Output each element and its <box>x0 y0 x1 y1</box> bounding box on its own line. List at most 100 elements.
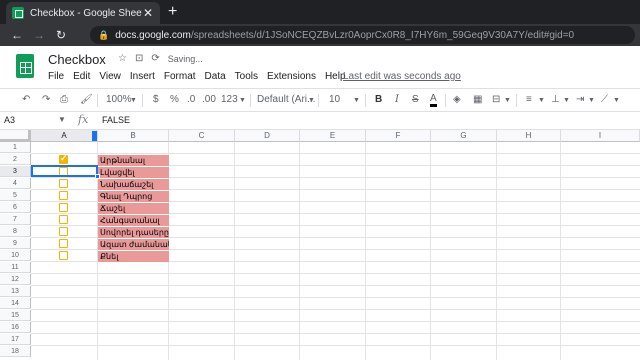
task-cell[interactable]: Ազատ ժամանակ <box>98 239 169 250</box>
checkbox-checked[interactable] <box>59 153 68 164</box>
row-header[interactable]: 2 <box>0 154 31 165</box>
row-header[interactable]: 16 <box>0 322 31 333</box>
more-formats-button[interactable]: 123 <box>221 94 238 105</box>
menu-view[interactable]: View <box>99 71 121 82</box>
row-header[interactable]: 3 <box>0 166 31 177</box>
increase-decimal-button[interactable]: .00 <box>202 94 216 105</box>
close-tab-icon[interactable]: ✕ <box>142 6 154 20</box>
text-color-button[interactable]: A <box>430 94 437 107</box>
new-tab-button[interactable]: + <box>168 3 177 21</box>
fill-color-icon[interactable]: ◈ <box>453 94 461 105</box>
column-header[interactable]: B <box>98 130 169 142</box>
row-header[interactable]: 7 <box>0 214 31 225</box>
chevron-down-icon[interactable]: ▼ <box>308 97 315 104</box>
name-box[interactable]: A3 <box>4 115 66 125</box>
star-icon[interactable]: ☆ <box>118 53 127 64</box>
zoom-select[interactable]: 100% <box>106 94 132 105</box>
url-field[interactable]: 🔒 docs.google.com /spreadsheets/d/1JSoNC… <box>90 26 635 44</box>
borders-icon[interactable]: ▦ <box>473 94 482 105</box>
paint-format-icon[interactable]: 🖌 <box>80 94 93 105</box>
column-header[interactable]: I <box>561 130 640 142</box>
row-header[interactable]: 5 <box>0 190 31 201</box>
active-cell-selection[interactable] <box>31 165 98 177</box>
row-header[interactable]: 9 <box>0 238 31 249</box>
forward-icon[interactable]: → <box>28 28 50 42</box>
chevron-down-icon[interactable]: ▼ <box>538 97 545 104</box>
row-header[interactable]: 14 <box>0 298 31 309</box>
chevron-down-icon[interactable]: ▼ <box>130 97 137 104</box>
chevron-down-icon[interactable]: ▼ <box>504 97 511 104</box>
font-size-select[interactable]: 10 <box>329 94 340 105</box>
column-resize-handle[interactable] <box>92 131 97 141</box>
fill-handle[interactable] <box>95 174 100 179</box>
reload-icon[interactable]: ↻ <box>50 28 72 42</box>
checkbox-unchecked[interactable] <box>59 191 68 200</box>
checkbox-unchecked[interactable] <box>59 215 68 224</box>
task-cell[interactable]: Սովորել դասերը <box>98 227 169 238</box>
row-header[interactable]: 18 <box>0 346 31 357</box>
checkbox-unchecked[interactable] <box>59 239 68 248</box>
menu-data[interactable]: Data <box>205 71 226 82</box>
text-rotation-icon[interactable]: ⟋ <box>601 94 608 105</box>
back-icon[interactable]: ← <box>6 28 28 42</box>
percent-button[interactable]: % <box>170 94 179 105</box>
bold-button[interactable]: B <box>375 94 382 105</box>
browser-tab[interactable]: Checkbox - Google Sheets ✕ <box>6 2 160 24</box>
checkbox-unchecked[interactable] <box>59 251 68 260</box>
print-icon[interactable]: ⎙ <box>60 94 68 105</box>
row-header[interactable]: 12 <box>0 274 31 285</box>
column-header[interactable]: F <box>366 130 431 142</box>
decrease-decimal-button[interactable]: .0 <box>187 94 195 105</box>
row-header[interactable]: 11 <box>0 262 31 273</box>
chevron-down-icon[interactable]: ▼ <box>563 97 570 104</box>
task-cell[interactable]: Քնել <box>98 251 169 262</box>
menu-insert[interactable]: Insert <box>130 71 155 82</box>
italic-button[interactable]: I <box>395 94 399 105</box>
sheets-logo-icon[interactable] <box>16 54 34 78</box>
last-edit-link[interactable]: Last edit was seconds ago <box>343 71 461 82</box>
menu-edit[interactable]: Edit <box>73 71 90 82</box>
select-all-corner[interactable] <box>0 130 31 142</box>
column-header[interactable]: A <box>31 130 98 142</box>
row-header[interactable]: 17 <box>0 334 31 345</box>
column-header[interactable]: H <box>497 130 561 142</box>
font-select[interactable]: Default (Ari... <box>257 94 315 105</box>
move-folder-icon[interactable]: ⊡ <box>135 53 143 64</box>
row-header[interactable]: 4 <box>0 178 31 189</box>
checkbox-unchecked[interactable] <box>59 179 68 188</box>
column-header[interactable]: E <box>300 130 366 142</box>
strikethrough-button[interactable]: S <box>412 94 419 105</box>
task-cell[interactable]: Ճաշել <box>98 203 169 214</box>
document-title[interactable]: Checkbox <box>48 52 106 67</box>
chevron-down-icon[interactable]: ▼ <box>58 115 66 124</box>
menu-tools[interactable]: Tools <box>235 71 258 82</box>
row-header[interactable]: 10 <box>0 250 31 261</box>
row-header[interactable]: 6 <box>0 202 31 213</box>
column-header[interactable]: G <box>431 130 497 142</box>
task-cell[interactable]: Հանգստանալ <box>98 215 169 226</box>
text-wrap-icon[interactable]: ⇥ <box>576 94 584 105</box>
column-header[interactable]: D <box>235 130 300 142</box>
vertical-align-icon[interactable]: ⊥ <box>551 94 560 105</box>
menu-format[interactable]: Format <box>164 71 196 82</box>
task-cell[interactable]: Գնալ Դպրոց <box>98 191 169 202</box>
undo-icon[interactable]: ↶ <box>22 94 30 105</box>
task-cell[interactable]: Լվացվել <box>98 167 169 178</box>
merge-cells-icon[interactable]: ⊟ <box>492 94 500 105</box>
horizontal-align-icon[interactable]: ≡ <box>526 94 532 105</box>
row-header[interactable]: 8 <box>0 226 31 237</box>
menu-file[interactable]: File <box>48 71 64 82</box>
row-header[interactable]: 1 <box>0 142 31 153</box>
chevron-down-icon[interactable]: ▼ <box>613 97 620 104</box>
task-cell[interactable]: Արթնանալ <box>98 155 169 166</box>
row-header[interactable]: 13 <box>0 286 31 297</box>
redo-icon[interactable]: ↷ <box>42 94 50 105</box>
formula-input[interactable]: FALSE <box>102 115 130 125</box>
chevron-down-icon[interactable]: ▼ <box>353 97 360 104</box>
checkbox-unchecked[interactable] <box>59 203 68 212</box>
checkbox-unchecked[interactable] <box>59 227 68 236</box>
chevron-down-icon[interactable]: ▼ <box>588 97 595 104</box>
task-cell[interactable]: Նախաճաշել <box>98 179 169 190</box>
row-header[interactable]: 15 <box>0 310 31 321</box>
menu-extensions[interactable]: Extensions <box>267 71 316 82</box>
